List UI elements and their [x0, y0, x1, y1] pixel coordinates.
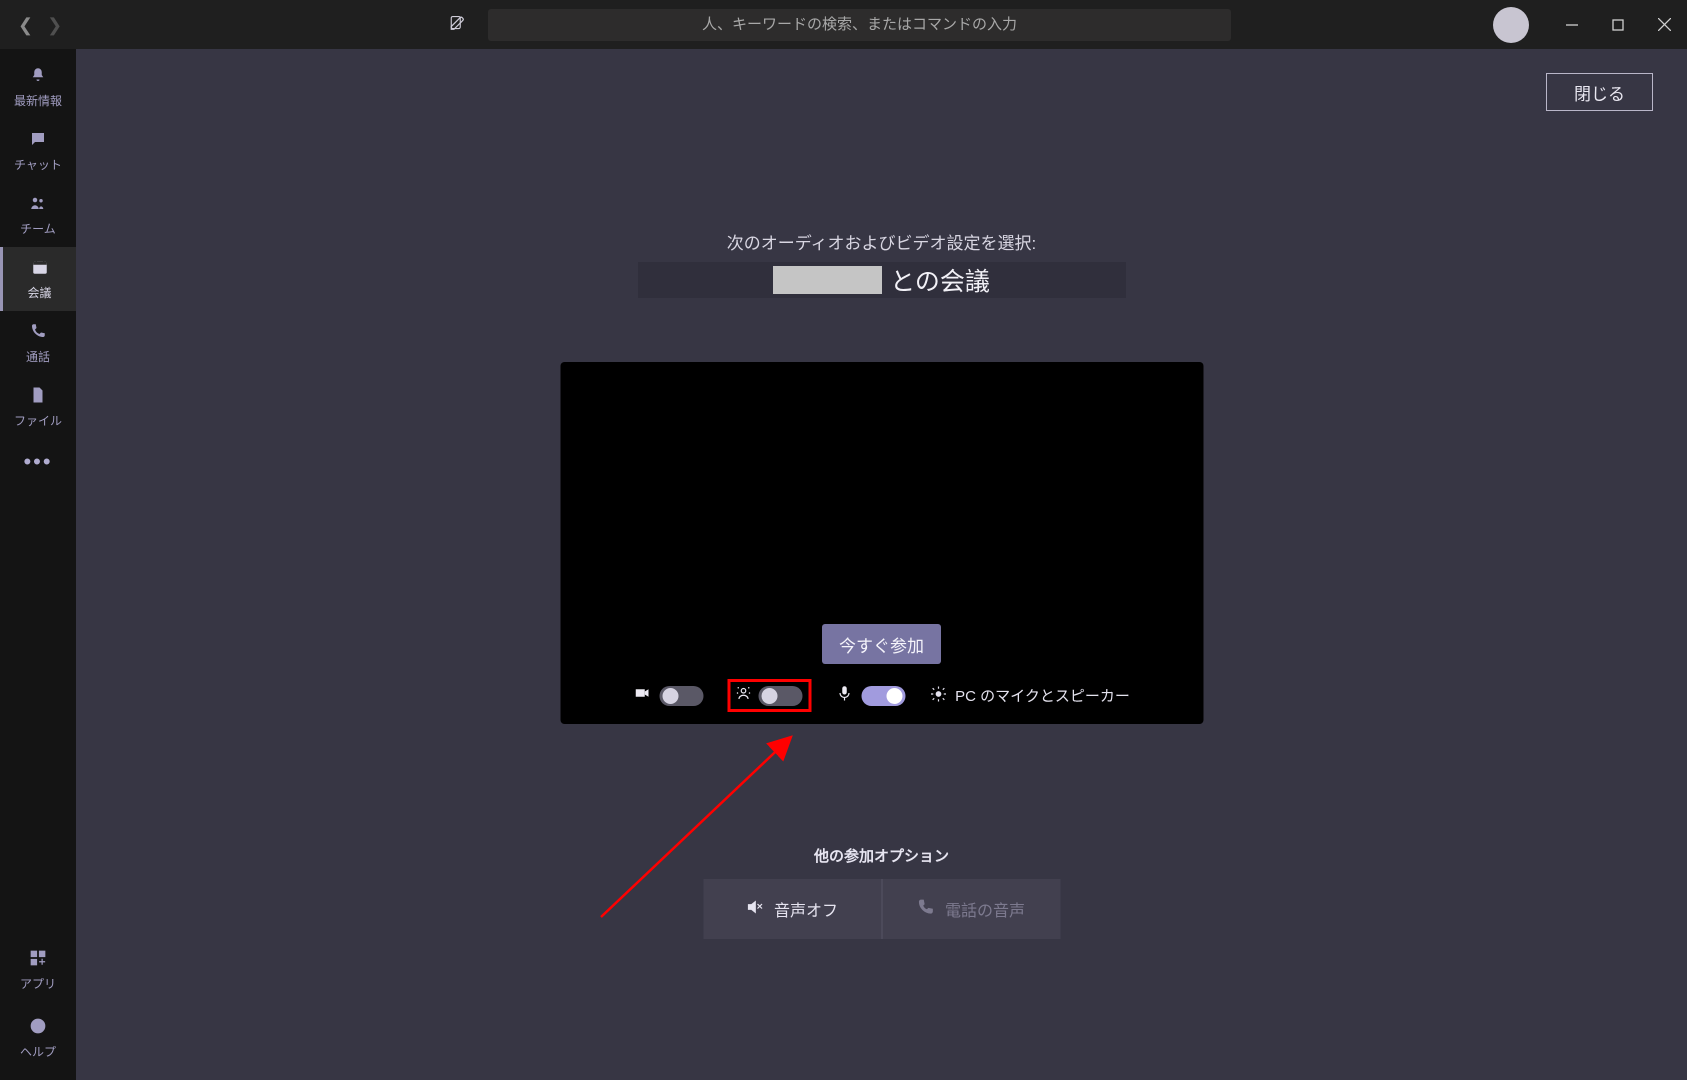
teams-icon [29, 194, 47, 216]
mic-toggle[interactable] [861, 686, 905, 706]
rail-apps-label: アプリ [20, 975, 56, 992]
rail-more-button[interactable]: ••• [23, 449, 52, 475]
rail-chat-label: チャット [14, 156, 62, 173]
join-now-button[interactable]: 今すぐ参加 [822, 624, 941, 664]
window-controls [1493, 0, 1687, 49]
prejoin-panel: 閉じる 次のオーディオおよびビデオ設定を選択: との会議 今すぐ参加 [76, 49, 1687, 1080]
audio-off-label: 音声オフ [774, 897, 838, 921]
annotation-highlight-box [727, 679, 811, 712]
video-preview: 今すぐ参加 [560, 362, 1203, 724]
rail-calls[interactable]: 通話 [0, 311, 76, 375]
compose-button[interactable] [449, 13, 467, 36]
rail-files-label: ファイル [14, 412, 62, 429]
meeting-title-row: との会議 [638, 262, 1126, 298]
meeting-organizer-redacted [773, 266, 882, 294]
nav-arrows: ❮ ❯ [0, 16, 62, 34]
file-icon [29, 386, 47, 408]
title-bar: ❮ ❯ 人、キーワードの検索、またはコマンドの入力 [0, 0, 1687, 49]
rail-meetings-label: 会議 [27, 284, 51, 301]
close-button[interactable]: 閉じる [1546, 73, 1653, 111]
rail-files[interactable]: ファイル [0, 375, 76, 439]
rail-apps[interactable]: アプリ [0, 938, 76, 1002]
apps-icon [29, 949, 47, 971]
blur-toggle[interactable] [758, 686, 802, 706]
gear-icon [929, 685, 947, 707]
profile-avatar[interactable] [1493, 7, 1529, 43]
camera-icon [633, 684, 651, 707]
search-input[interactable]: 人、キーワードの検索、またはコマンドの入力 [488, 9, 1231, 41]
camera-toggle[interactable] [659, 686, 703, 706]
background-blur-icon [734, 684, 752, 707]
help-icon [29, 1017, 47, 1039]
phone-icon [29, 322, 47, 344]
audio-off-option[interactable]: 音声オフ [703, 879, 882, 939]
rail-teams-label: チーム [20, 220, 56, 237]
rail-activity[interactable]: 最新情報 [0, 55, 76, 119]
forward-button[interactable]: ❯ [47, 16, 62, 34]
rail-calls-label: 通話 [26, 348, 50, 365]
mic-control [835, 684, 905, 707]
rail-help-label: ヘルプ [20, 1043, 56, 1060]
app-window: ❮ ❯ 人、キーワードの検索、またはコマンドの入力 [0, 0, 1687, 1080]
device-settings-button[interactable]: PC のマイクとスピーカー [929, 685, 1130, 707]
rail-meetings[interactable]: 会議 [0, 247, 76, 311]
mic-icon [835, 684, 853, 707]
speaker-off-icon [746, 898, 764, 921]
meeting-with-label: との会議 [890, 262, 990, 298]
maximize-button[interactable] [1595, 0, 1641, 49]
prejoin-controls: PC のマイクとスピーカー [560, 679, 1203, 712]
bell-icon [29, 66, 47, 88]
camera-control [633, 684, 703, 707]
rail-teams[interactable]: チーム [0, 183, 76, 247]
other-options-title: 他の参加オプション [814, 845, 949, 866]
minimize-button[interactable] [1549, 0, 1595, 49]
app-rail: 最新情報 チャット チーム 会議 [0, 49, 76, 1080]
rail-chat[interactable]: チャット [0, 119, 76, 183]
device-settings-label: PC のマイクとスピーカー [955, 685, 1130, 706]
back-button[interactable]: ❮ [18, 16, 33, 34]
rail-help[interactable]: ヘルプ [0, 1006, 76, 1070]
close-window-button[interactable] [1641, 0, 1687, 49]
chat-icon [29, 130, 47, 152]
prejoin-instruction: 次のオーディオおよびビデオ設定を選択: [727, 229, 1037, 254]
rail-activity-label: 最新情報 [14, 92, 62, 109]
phone-audio-label: 電話の音声 [945, 897, 1025, 921]
calendar-icon [31, 258, 49, 280]
phone-audio-option[interactable]: 電話の音声 [882, 879, 1060, 939]
other-options-row: 音声オフ 電話の音声 [703, 879, 1060, 939]
phone-audio-icon [917, 898, 935, 921]
